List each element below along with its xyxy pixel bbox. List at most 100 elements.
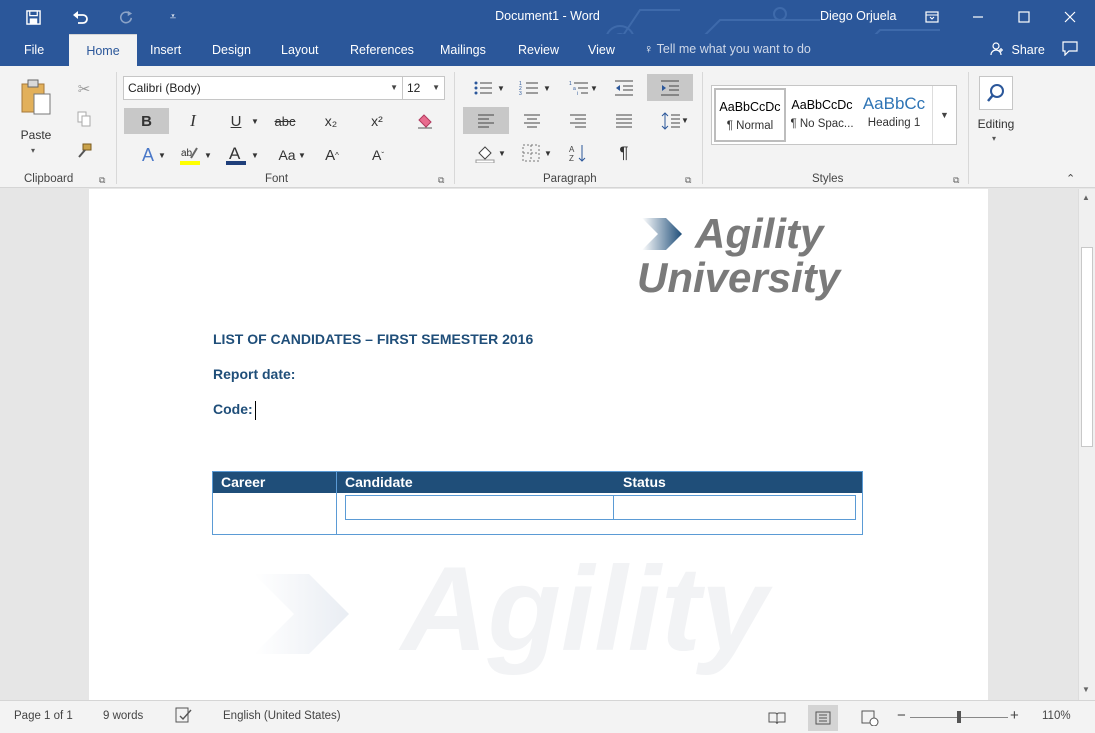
clipboard-launcher-icon[interactable]: ⧉	[99, 175, 105, 186]
copy-icon[interactable]	[72, 108, 96, 130]
grow-font-button[interactable]: A ^	[320, 142, 344, 168]
underline-button[interactable]: U	[224, 108, 248, 134]
language[interactable]: English (United States)	[223, 710, 341, 722]
zoom-slider-thumb[interactable]	[957, 711, 961, 723]
tab-layout[interactable]: Layout	[269, 34, 331, 66]
style-heading-1[interactable]: AaBbCc Heading 1	[858, 88, 930, 142]
proofing-icon[interactable]	[175, 707, 193, 726]
tab-insert[interactable]: Insert	[138, 34, 193, 66]
tab-mailings[interactable]: Mailings	[428, 34, 498, 66]
tab-view[interactable]: View	[576, 34, 627, 66]
svg-text:i: i	[577, 91, 578, 96]
scroll-up-icon[interactable]: ▲	[1082, 193, 1090, 202]
web-layout-icon[interactable]	[855, 705, 885, 731]
borders-icon[interactable]	[518, 140, 544, 166]
numbering-icon[interactable]: 123	[516, 76, 542, 100]
highlight-dropdown-icon[interactable]: ▼	[203, 142, 213, 168]
tab-home[interactable]: Home	[69, 34, 137, 66]
tab-references[interactable]: References	[338, 34, 426, 66]
font-color-dropdown-icon[interactable]: ▼	[250, 142, 260, 168]
superscript-button[interactable]: x²	[364, 108, 390, 134]
zoom-level[interactable]: 110%	[1042, 710, 1071, 722]
close-button[interactable]	[1047, 0, 1093, 34]
styles-more-icon[interactable]: ▼	[932, 86, 956, 144]
tab-review[interactable]: Review	[506, 34, 571, 66]
header-candidate[interactable]: Candidate	[345, 474, 413, 490]
svg-text:a: a	[573, 86, 576, 92]
styles-launcher-icon[interactable]: ⧉	[953, 175, 959, 186]
collapse-ribbon-icon[interactable]: ⌃	[1066, 172, 1075, 185]
editing-button[interactable]: Editing	[972, 117, 1020, 131]
style-no-spacing[interactable]: AaBbCcDc ¶ No Spac...	[786, 88, 858, 142]
numbering-dropdown-icon[interactable]: ▼	[542, 76, 552, 100]
highlight-color-icon[interactable]: ab	[178, 142, 202, 168]
cut-icon[interactable]: ✂	[72, 78, 96, 100]
tab-file[interactable]: File	[12, 34, 56, 66]
align-left-icon[interactable]	[463, 107, 509, 134]
styles-gallery: AaBbCcDc ¶ Normal AaBbCcDc ¶ No Spac... …	[711, 85, 957, 145]
paste-button[interactable]: Paste	[14, 128, 58, 142]
page-count[interactable]: Page 1 of 1	[14, 710, 73, 722]
multilevel-dropdown-icon[interactable]: ▼	[589, 76, 599, 100]
shading-icon[interactable]	[472, 140, 498, 166]
comments-icon[interactable]	[1062, 41, 1078, 60]
text-effects-dropdown-icon[interactable]: ▼	[157, 142, 167, 168]
shrink-font-button[interactable]: Aˇ	[366, 142, 390, 168]
line-spacing-dropdown-icon[interactable]: ▼	[680, 107, 690, 134]
subscript-button[interactable]: x₂	[318, 108, 344, 134]
paragraph-launcher-icon[interactable]: ⧉	[685, 175, 691, 186]
sort-icon[interactable]: AZ	[565, 140, 591, 166]
tell-me-box[interactable]: ♀ Tell me what you want to do	[644, 42, 811, 56]
align-center-icon[interactable]	[519, 107, 545, 134]
candidates-table[interactable]: Career Candidate Status	[212, 471, 863, 535]
italic-button[interactable]: I	[181, 108, 205, 134]
align-right-icon[interactable]	[565, 107, 591, 134]
style-normal[interactable]: AaBbCcDc ¶ Normal	[714, 88, 786, 142]
minimize-button[interactable]	[955, 0, 1001, 34]
font-launcher-icon[interactable]: ⧉	[438, 175, 444, 186]
scroll-down-icon[interactable]: ▼	[1082, 685, 1090, 694]
clear-formatting-icon[interactable]	[413, 108, 437, 134]
strikethrough-button[interactable]: abc	[268, 108, 302, 134]
bold-button[interactable]: B	[124, 108, 169, 134]
header-career[interactable]: Career	[221, 474, 265, 490]
agility-logo-chevron-icon	[642, 218, 682, 250]
editing-dropdown-icon[interactable]: ▾	[992, 134, 996, 143]
bullets-icon[interactable]	[470, 76, 496, 100]
font-color-icon[interactable]: A	[224, 142, 248, 168]
logo-line1: Agility	[695, 210, 824, 257]
print-layout-icon[interactable]	[808, 705, 838, 731]
zoom-in-button[interactable]: +	[1010, 707, 1019, 724]
nested-table-cell[interactable]	[345, 495, 856, 520]
scroll-thumb[interactable]	[1081, 247, 1093, 447]
title-bar: ⩡ Document1 - Word Diego Orjuela	[0, 0, 1095, 70]
header-status[interactable]: Status	[623, 474, 666, 490]
change-case-dropdown-icon[interactable]: ▼	[297, 142, 307, 168]
document-page[interactable]: Agility University LIST OF CANDIDATES – …	[89, 189, 988, 700]
font-size-combo[interactable]: 12 ▼	[402, 76, 445, 100]
show-formatting-button[interactable]: ¶	[611, 140, 637, 166]
justify-icon[interactable]	[611, 107, 637, 134]
tab-design[interactable]: Design	[200, 34, 263, 66]
share-button[interactable]: Share	[990, 42, 1045, 57]
maximize-button[interactable]	[1001, 0, 1047, 34]
styles-group-label: Styles	[812, 173, 844, 185]
shading-dropdown-icon[interactable]: ▼	[497, 140, 507, 166]
word-count[interactable]: 9 words	[103, 710, 143, 722]
vertical-scrollbar[interactable]: ▲ ▼	[1078, 189, 1095, 700]
decrease-indent-icon[interactable]	[611, 76, 637, 100]
ribbon-display-options-button[interactable]	[909, 0, 955, 34]
read-mode-icon[interactable]	[762, 705, 792, 731]
font-name-combo[interactable]: Calibri (Body) ▼	[123, 76, 403, 100]
increase-indent-icon[interactable]	[647, 74, 693, 101]
underline-dropdown-icon[interactable]: ▼	[250, 108, 260, 134]
bullets-dropdown-icon[interactable]: ▼	[496, 76, 506, 100]
status-bar: Page 1 of 1 9 words English (United Stat…	[0, 700, 1095, 733]
borders-dropdown-icon[interactable]: ▼	[543, 140, 553, 166]
user-name[interactable]: Diego Orjuela	[820, 9, 896, 23]
format-painter-icon[interactable]	[72, 140, 96, 162]
paste-dropdown-icon[interactable]: ▾	[31, 146, 35, 155]
zoom-out-button[interactable]: −	[897, 707, 906, 724]
paste-icon[interactable]	[14, 76, 58, 118]
search-icon[interactable]	[979, 76, 1013, 110]
